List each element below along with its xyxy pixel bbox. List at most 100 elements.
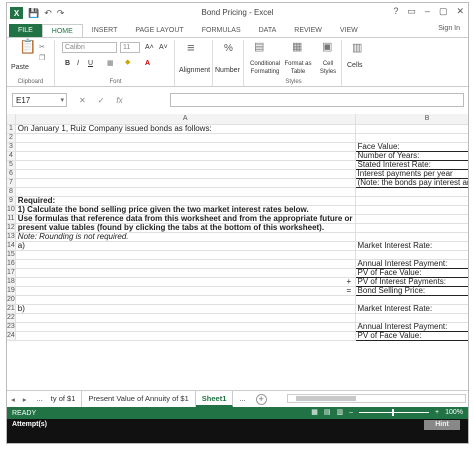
cell-a[interactable] xyxy=(15,250,356,260)
cell-a[interactable] xyxy=(15,169,356,179)
grow-font-button[interactable]: A˄ xyxy=(145,44,154,52)
cell-a[interactable]: 1) Calculate the bond selling price give… xyxy=(15,205,356,215)
font-name-select[interactable]: Calibri xyxy=(62,42,117,53)
sheet-next-icon[interactable]: ▸ xyxy=(19,395,31,404)
row-header[interactable]: 21 xyxy=(7,304,16,314)
cell-b[interactable]: Market Interest Rate: xyxy=(355,241,468,251)
underline-button[interactable]: U xyxy=(88,60,93,68)
tab-view[interactable]: VIEW xyxy=(331,24,367,37)
percent-icon[interactable]: % xyxy=(224,44,233,54)
row-header[interactable]: 18 xyxy=(7,277,16,287)
row-header[interactable]: 10 xyxy=(7,205,16,215)
zoom-level[interactable]: 100% xyxy=(445,409,463,416)
add-sheet-icon[interactable]: + xyxy=(255,393,267,405)
cell-b[interactable] xyxy=(355,214,468,224)
sign-in-link[interactable]: Sign In xyxy=(438,25,460,32)
cell-b[interactable]: PV of Face Value: xyxy=(354,330,468,341)
borders-icon[interactable]: ▦ xyxy=(107,60,114,68)
row-header[interactable]: 23 xyxy=(7,322,16,332)
close-icon[interactable]: ✕ xyxy=(456,6,464,17)
row-header[interactable]: 5 xyxy=(7,160,16,170)
cell-a[interactable] xyxy=(15,322,356,332)
zoom-out-icon[interactable]: – xyxy=(349,409,353,416)
cell-a[interactable]: b) xyxy=(15,304,356,314)
cell-b[interactable] xyxy=(355,187,468,197)
font-size-select[interactable]: 11 xyxy=(120,42,140,53)
row-header[interactable]: 12 xyxy=(7,223,16,233)
cell-b[interactable] xyxy=(355,124,468,134)
help-icon[interactable]: ? xyxy=(393,6,398,17)
sheet-prev-icon[interactable]: ◂ xyxy=(7,395,19,404)
normal-view-icon[interactable]: ▦ xyxy=(311,408,318,416)
cell-b[interactable]: = Bond Selling Price: xyxy=(347,285,468,296)
conditional-formatting-icon[interactable]: ▤ xyxy=(254,42,264,53)
number-button[interactable]: Number xyxy=(215,67,240,75)
cell-a[interactable] xyxy=(15,133,356,143)
row-header[interactable]: 24 xyxy=(7,331,16,341)
sheet-tab-sheet1[interactable]: Sheet1 xyxy=(195,391,234,407)
hint-button[interactable]: Hint xyxy=(424,420,460,430)
zoom-in-icon[interactable]: + xyxy=(435,409,439,416)
cell-a[interactable] xyxy=(15,151,356,161)
row-header[interactable]: 3 xyxy=(7,142,16,152)
paste-icon[interactable]: 📋 xyxy=(19,39,36,53)
row-header[interactable]: 17 xyxy=(7,268,16,278)
alignment-icon[interactable]: ≡ xyxy=(187,41,195,54)
alignment-button[interactable]: Alignment xyxy=(179,67,210,75)
copy-icon[interactable]: ❐ xyxy=(39,55,45,63)
tab-page-layout[interactable]: PAGE LAYOUT xyxy=(126,24,192,37)
font-color-icon[interactable]: A xyxy=(145,60,150,68)
row-header[interactable]: 4 xyxy=(7,151,16,161)
cell-a[interactable] xyxy=(15,313,356,323)
bold-button[interactable]: B xyxy=(65,60,70,68)
formula-input[interactable] xyxy=(170,93,464,107)
row-header[interactable]: 16 xyxy=(7,259,16,269)
chevron-down-icon[interactable]: ▾ xyxy=(60,94,64,107)
enter-icon[interactable]: ✓ xyxy=(98,96,105,105)
italic-button[interactable]: I xyxy=(77,60,79,68)
page-break-view-icon[interactable]: ▥ xyxy=(336,408,343,416)
cell-a[interactable] xyxy=(15,259,356,269)
scrollbar-thumb[interactable] xyxy=(296,396,356,401)
minimize-icon[interactable]: – xyxy=(425,6,430,17)
cell-a[interactable]: On January 1, Ruiz Company issued bonds … xyxy=(15,124,356,134)
cell-styles-button[interactable]: Cell Styles xyxy=(316,60,340,76)
cell-b[interactable]: (Note: the bonds pay interest annually.) xyxy=(354,177,468,188)
sheet-tab-fv-of-1[interactable]: ty of $1 xyxy=(45,391,83,407)
sheet-tab-pv-annuity[interactable]: Present Value of Annuity of $1 xyxy=(82,391,196,407)
name-box[interactable]: E17 ▾ xyxy=(12,93,67,107)
cell-a[interactable] xyxy=(15,142,356,152)
sheet-tabs-overflow-left[interactable]: ... xyxy=(31,391,45,407)
cell-b[interactable] xyxy=(355,223,468,233)
shrink-font-button[interactable]: A˅ xyxy=(159,44,168,52)
cells-icon[interactable]: ▥ xyxy=(352,43,362,54)
cell-a[interactable] xyxy=(15,295,356,305)
cell-a[interactable]: Use formulas that reference data from th… xyxy=(15,214,356,224)
row-header[interactable]: 2 xyxy=(7,133,16,143)
conditional-formatting-button[interactable]: Conditional Formatting xyxy=(249,60,281,76)
row-header[interactable]: 9 xyxy=(7,196,16,206)
cell-a[interactable] xyxy=(15,277,356,287)
cell-b[interactable]: Market Interest Rate: xyxy=(355,304,468,314)
cell-a[interactable] xyxy=(15,331,356,341)
maximize-icon[interactable]: ▢ xyxy=(439,6,448,17)
cell-table[interactable]: A B C D E F 1On January 1, Ruiz Company … xyxy=(7,114,468,341)
horizontal-scrollbar[interactable] xyxy=(287,394,466,403)
tab-home[interactable]: HOME xyxy=(41,24,83,37)
tab-formulas[interactable]: FORMULAS xyxy=(193,24,250,37)
cell-a[interactable]: Note: Rounding is not required. xyxy=(15,232,356,242)
cell-b[interactable] xyxy=(355,196,468,206)
format-as-table-button[interactable]: Format as Table xyxy=(284,60,312,76)
ribbon-display-icon[interactable]: ▭ xyxy=(407,6,416,17)
cell-a[interactable] xyxy=(15,160,356,170)
row-header[interactable]: 11 xyxy=(7,214,16,224)
cell-a[interactable] xyxy=(15,286,356,296)
select-all-corner[interactable] xyxy=(7,114,16,125)
format-as-table-icon[interactable]: ▦ xyxy=(292,42,302,53)
tab-data[interactable]: DATA xyxy=(250,24,286,37)
cell-styles-icon[interactable]: ▣ xyxy=(322,42,332,53)
cancel-icon[interactable]: ✕ xyxy=(79,96,86,105)
paste-button[interactable]: Paste xyxy=(11,64,29,72)
row-header[interactable]: 20 xyxy=(7,295,16,305)
cell-a[interactable]: Required: xyxy=(15,196,356,206)
